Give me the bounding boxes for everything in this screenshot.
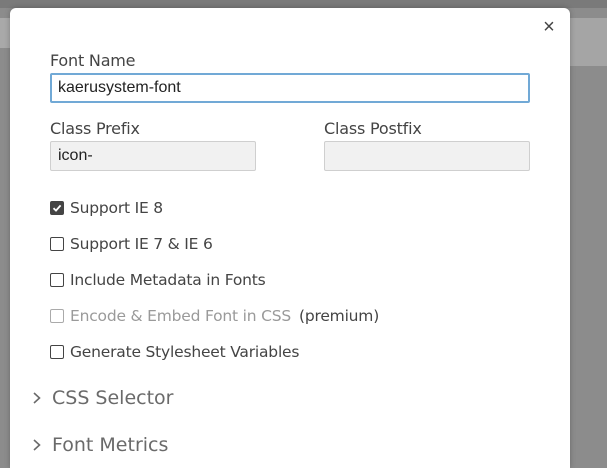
checkbox-icon[interactable] (50, 345, 64, 359)
checkbox-icon[interactable] (50, 237, 64, 251)
section-css-selector[interactable]: CSS Selector (32, 387, 173, 409)
class-prefix-input[interactable]: icon- (50, 141, 256, 171)
premium-note: (premium) (299, 307, 380, 325)
close-icon[interactable]: × (540, 17, 558, 37)
option-label: Support IE 7 & IE 6 (70, 235, 213, 253)
option-label: Include Metadata in Fonts (70, 271, 266, 289)
section-label: CSS Selector (52, 387, 174, 409)
font-preferences-dialog: × Font Name kaerusystem-font Class Prefi… (10, 8, 570, 468)
class-prefix-label: Class Prefix (50, 119, 140, 138)
checkbox-icon[interactable] (50, 273, 64, 287)
option-include-metadata[interactable]: Include Metadata in Fonts (50, 270, 266, 290)
chevron-right-icon (32, 438, 46, 452)
backdrop-right-panel (570, 18, 607, 66)
backdrop-top-bar (0, 0, 607, 8)
option-label: Encode & Embed Font in CSS (70, 307, 292, 325)
font-name-label: Font Name (50, 51, 136, 70)
option-support-ie8[interactable]: Support IE 8 (50, 198, 163, 218)
checkbox-checked-icon[interactable] (50, 201, 64, 215)
option-support-ie7-ie6[interactable]: Support IE 7 & IE 6 (50, 234, 213, 254)
class-postfix-label: Class Postfix (324, 119, 422, 138)
option-generate-stylesheet-variables[interactable]: Generate Stylesheet Variables (50, 342, 299, 362)
section-font-metrics[interactable]: Font Metrics (32, 434, 168, 456)
chevron-right-icon (32, 391, 46, 405)
class-postfix-input[interactable] (324, 141, 530, 171)
section-label: Font Metrics (52, 434, 169, 456)
option-encode-embed-font: Encode & Embed Font in CSS (premium) (50, 306, 379, 326)
backdrop-left-tab (0, 18, 10, 48)
option-label: Support IE 8 (70, 199, 163, 217)
checkbox-disabled-icon (50, 309, 64, 323)
option-label: Generate Stylesheet Variables (70, 343, 300, 361)
font-name-input[interactable]: kaerusystem-font (50, 73, 530, 103)
